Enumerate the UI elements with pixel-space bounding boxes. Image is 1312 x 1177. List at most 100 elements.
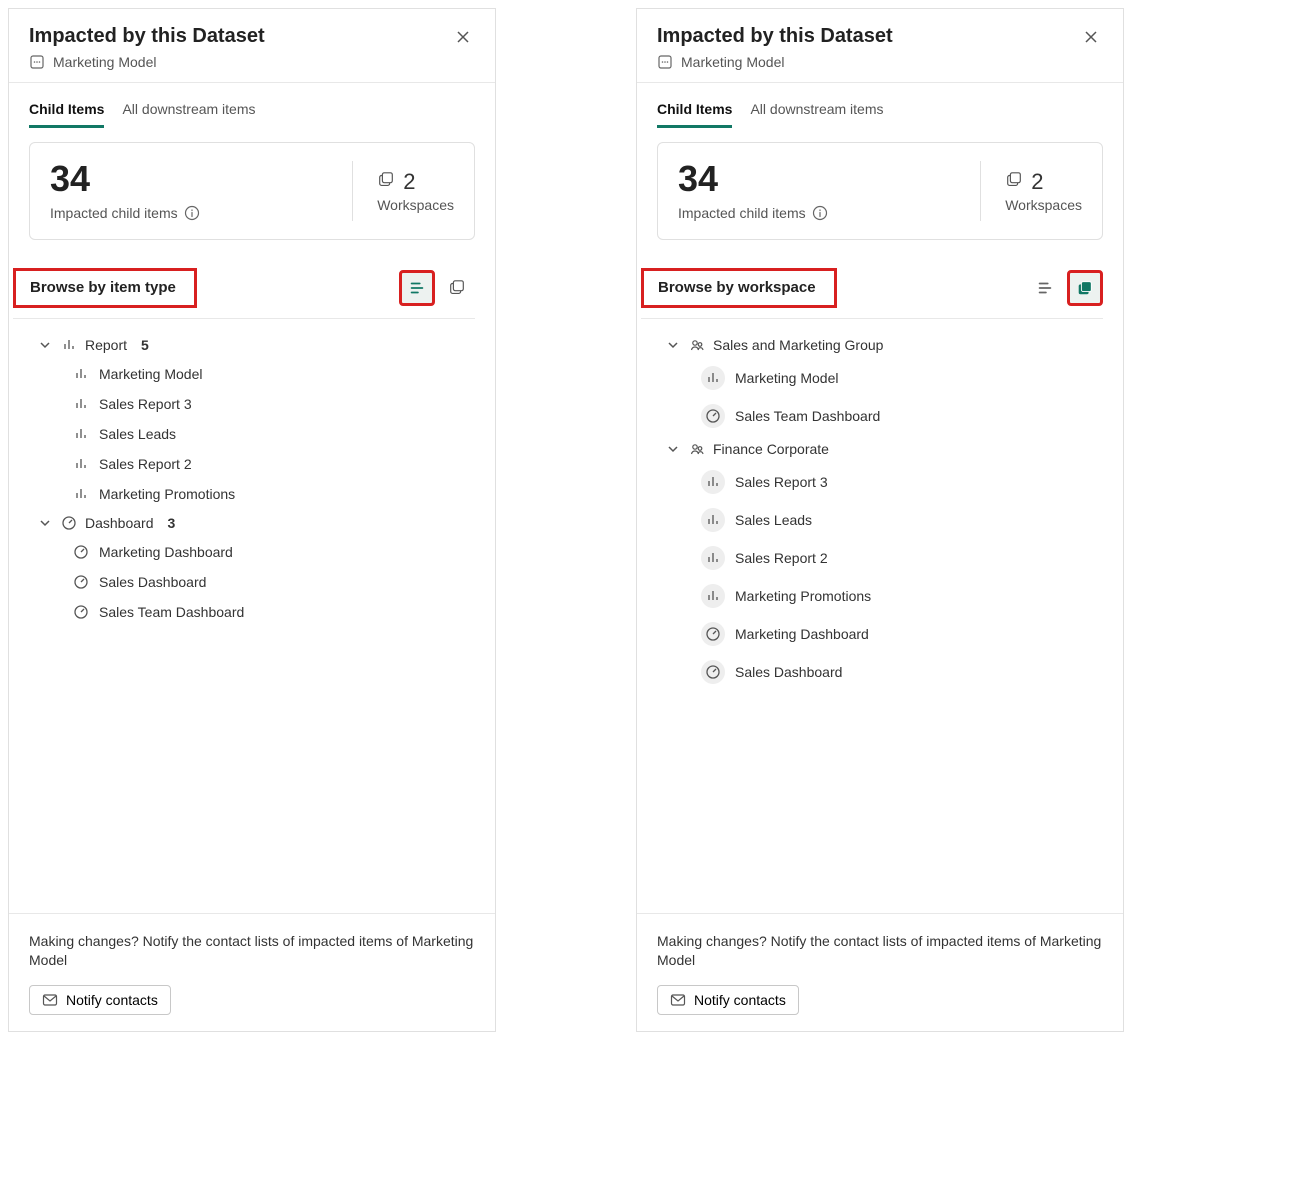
- item-label: Sales Team Dashboard: [99, 604, 244, 620]
- panel-header: Impacted by this Dataset Marketing Model: [9, 9, 495, 83]
- browse-label: Browse by workspace: [658, 279, 816, 296]
- item-label: Sales Team Dashboard: [735, 408, 880, 424]
- tab-child-items[interactable]: Child Items: [657, 101, 732, 128]
- workspaces-icon: [1005, 171, 1023, 194]
- item-label: Sales Dashboard: [99, 574, 206, 590]
- dashboard-icon: [701, 404, 725, 428]
- item-label: Sales Report 2: [735, 550, 828, 566]
- tab-all-downstream[interactable]: All downstream items: [750, 101, 883, 128]
- tree-group-header[interactable]: Dashboard 3: [37, 509, 475, 537]
- dataset-icon: [657, 54, 673, 70]
- report-icon: [701, 366, 725, 390]
- tree-item[interactable]: Sales Leads: [701, 501, 1103, 539]
- group-label: Dashboard: [85, 515, 154, 531]
- tree-item[interactable]: Marketing Promotions: [73, 479, 475, 509]
- dashboard-icon: [73, 544, 89, 560]
- panel-header: Impacted by this Dataset Marketing Model: [637, 9, 1123, 83]
- tree-group-header[interactable]: Finance Corporate: [665, 435, 1103, 463]
- tree-item[interactable]: Sales Dashboard: [73, 567, 475, 597]
- list-icon: [1036, 279, 1054, 297]
- mail-icon: [670, 992, 686, 1008]
- browse-by-type-button[interactable]: [399, 270, 435, 306]
- tree-item[interactable]: Marketing Promotions: [701, 577, 1103, 615]
- report-icon: [73, 456, 89, 472]
- notify-label: Notify contacts: [66, 992, 158, 1008]
- item-label: Marketing Promotions: [99, 486, 235, 502]
- workspace-icon: [689, 441, 705, 457]
- browse-by-workspace-button[interactable]: [439, 270, 475, 306]
- report-icon: [73, 366, 89, 382]
- report-icon: [73, 396, 89, 412]
- tab-all-downstream[interactable]: All downstream items: [122, 101, 255, 128]
- group-label: Sales and Marketing Group: [713, 337, 883, 353]
- browse-by-type-button[interactable]: [1027, 270, 1063, 306]
- tree-item[interactable]: Sales Team Dashboard: [73, 597, 475, 627]
- item-label: Marketing Dashboard: [99, 544, 233, 560]
- tree-group-header[interactable]: Report 5: [37, 331, 475, 359]
- report-icon: [73, 426, 89, 442]
- footer-text: Making changes? Notify the contact lists…: [29, 932, 475, 971]
- impact-panel-right: Impacted by this Dataset Marketing Model…: [636, 8, 1124, 1032]
- close-button[interactable]: [451, 25, 475, 49]
- dashboard-icon: [73, 574, 89, 590]
- info-icon[interactable]: [184, 205, 200, 221]
- summary-card: 34 Impacted child items 2 Workspaces: [29, 142, 475, 240]
- tree-group-header[interactable]: Sales and Marketing Group: [665, 331, 1103, 359]
- close-button[interactable]: [1079, 25, 1103, 49]
- report-icon: [701, 470, 725, 494]
- tree-item[interactable]: Sales Team Dashboard: [701, 397, 1103, 435]
- tree-item[interactable]: Sales Report 3: [73, 389, 475, 419]
- footer-text: Making changes? Notify the contact lists…: [657, 932, 1103, 971]
- browse-label: Browse by item type: [30, 279, 176, 296]
- notify-label: Notify contacts: [694, 992, 786, 1008]
- group-label: Report: [85, 337, 127, 353]
- tree-item[interactable]: Sales Leads: [73, 419, 475, 449]
- tree-item[interactable]: Sales Dashboard: [701, 653, 1103, 691]
- mail-icon: [42, 992, 58, 1008]
- dashboard-icon: [73, 604, 89, 620]
- group-count: 3: [168, 515, 176, 531]
- report-icon: [73, 486, 89, 502]
- chevron-down-icon: [37, 337, 53, 353]
- workspace-icon: [689, 337, 705, 353]
- group-label: Finance Corporate: [713, 441, 829, 457]
- workspaces-count: 2: [403, 169, 415, 195]
- tree-item[interactable]: Marketing Dashboard: [73, 537, 475, 567]
- browse-label-highlight: Browse by item type: [13, 268, 197, 308]
- dataset-name: Marketing Model: [53, 54, 157, 70]
- impacted-count: 34: [50, 161, 340, 197]
- impact-panel-left: Impacted by this Dataset Marketing Model…: [8, 8, 496, 1032]
- dashboard-icon: [701, 622, 725, 646]
- info-icon[interactable]: [812, 205, 828, 221]
- item-label: Marketing Dashboard: [735, 626, 869, 642]
- item-tree: Sales and Marketing Group Marketing Model…: [637, 319, 1123, 913]
- report-icon: [701, 546, 725, 570]
- group-count: 5: [141, 337, 149, 353]
- notify-contacts-button[interactable]: Notify contacts: [29, 985, 171, 1015]
- tab-child-items[interactable]: Child Items: [29, 101, 104, 128]
- workspaces-label: Workspaces: [377, 197, 454, 213]
- browse-label-highlight: Browse by workspace: [641, 268, 837, 308]
- item-label: Marketing Promotions: [735, 588, 871, 604]
- tree-item[interactable]: Sales Report 2: [701, 539, 1103, 577]
- workspaces-count: 2: [1031, 169, 1043, 195]
- notify-contacts-button[interactable]: Notify contacts: [657, 985, 799, 1015]
- workspace-stack-icon: [1076, 279, 1094, 297]
- close-icon: [1083, 29, 1099, 45]
- dashboard-icon: [61, 515, 77, 531]
- tree-item[interactable]: Sales Report 2: [73, 449, 475, 479]
- tree-item[interactable]: Marketing Model: [701, 359, 1103, 397]
- impacted-count: 34: [678, 161, 968, 197]
- report-icon: [701, 584, 725, 608]
- item-tree: Report 5 Marketing Model Sales Report 3 Sale…: [9, 319, 495, 913]
- browse-by-workspace-button[interactable]: [1067, 270, 1103, 306]
- workspaces-icon: [377, 171, 395, 194]
- tree-item[interactable]: Sales Report 3: [701, 463, 1103, 501]
- tree-item[interactable]: Marketing Model: [73, 359, 475, 389]
- tree-item[interactable]: Marketing Dashboard: [701, 615, 1103, 653]
- panel-title: Impacted by this Dataset: [657, 25, 1079, 48]
- item-label: Sales Dashboard: [735, 664, 842, 680]
- impacted-count-label: Impacted child items: [678, 205, 806, 221]
- dataset-name: Marketing Model: [681, 54, 785, 70]
- item-label: Sales Report 3: [99, 396, 192, 412]
